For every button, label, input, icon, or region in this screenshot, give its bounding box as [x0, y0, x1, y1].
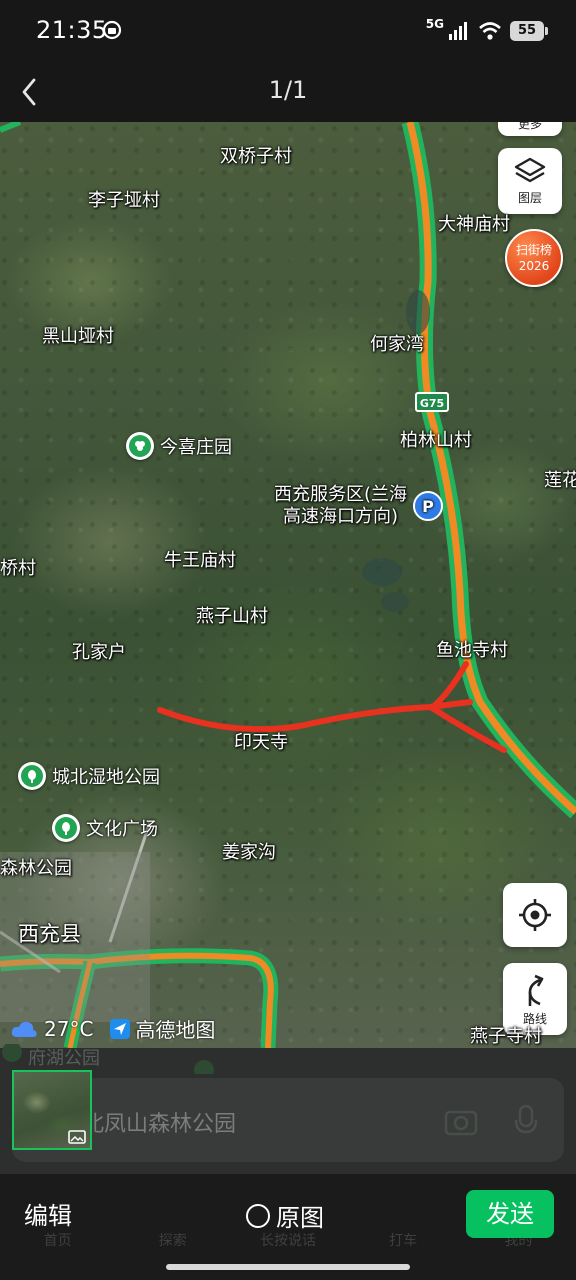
signal-icon — [449, 22, 467, 40]
dimmed-poi-label: 府湖公园 — [28, 1048, 100, 1069]
temperature: 27°C — [44, 1016, 94, 1041]
original-image-toggle[interactable]: 原图 — [246, 1198, 324, 1233]
battery-level: 55 — [517, 23, 537, 38]
weather-widget: 27°C 高德地图 — [10, 1014, 215, 1043]
map-label-bailinshan: 柏林山村 — [400, 430, 472, 451]
map-label-niuwangmiao: 牛王庙村 — [164, 550, 236, 571]
poi-chengbei-label: 城北湿地公园 — [52, 767, 160, 788]
service-area-label: 西充服务区(兰海 高速海口方向) — [274, 484, 408, 527]
send-button[interactable]: 发送 — [466, 1190, 554, 1238]
red-annotation-line — [157, 699, 473, 733]
amap-brand: 高德地图 — [135, 1018, 216, 1042]
map-screenshot-image: 更多 图层 扫街榜 2026 路线 G75 双桥子村 李子垭村 大神庙村 黑山垭… — [0, 122, 576, 1048]
map-label-yuchisi: 鱼池寺村 — [436, 640, 508, 661]
locate-button[interactable] — [503, 883, 567, 947]
search-field: 北凤山森林公园 — [12, 1078, 564, 1162]
home-indicator[interactable] — [166, 1264, 410, 1270]
status-time: 21:35 — [36, 16, 108, 44]
amap-logo: 高德地图 — [109, 1014, 215, 1043]
map-label-kongjiahu: 孔家户 — [72, 642, 126, 663]
top-left-road — [0, 122, 22, 133]
crosshair-icon — [519, 899, 551, 931]
park-tree-icon — [18, 762, 46, 790]
status-bar: 21:35 5G 55 — [0, 0, 576, 62]
battery-icon: 55 — [510, 21, 548, 41]
image-preview-screen: 21:35 5G 55 1/1 更多 图层 扫街榜 2026 路线 G75 双桥… — [0, 0, 576, 1280]
more-button[interactable]: 更多 — [498, 122, 562, 136]
poi-jinxi-manor[interactable]: 今喜庄园 — [126, 432, 232, 460]
map-label-xichong: 西充县 — [18, 922, 81, 946]
dimmed-tab: 探索 — [158, 1233, 187, 1249]
map-label-dashenmiao: 大神庙村 — [438, 214, 510, 235]
g75-road-shield: G75 — [415, 392, 449, 412]
radio-circle-icon[interactable] — [246, 1203, 270, 1228]
scan-ranking-badge[interactable]: 扫街榜 2026 — [505, 229, 563, 287]
poi-culture-label: 文化广场 — [86, 819, 158, 840]
route-arrow-icon — [528, 974, 544, 1006]
park-tree-icon — [52, 814, 80, 842]
camera-icon — [444, 1110, 478, 1136]
badge-year: 2026 — [518, 259, 550, 273]
status-indicators: 5G 55 — [425, 16, 548, 46]
layers-label: 图层 — [517, 191, 542, 205]
amap-arrow-icon — [110, 1018, 131, 1039]
selected-image-thumbnail[interactable] — [12, 1070, 92, 1150]
image-icon — [68, 1130, 86, 1144]
water-body — [381, 592, 409, 612]
poi-service-area[interactable]: 西充服务区(兰海 高速海口方向) P — [274, 484, 444, 528]
parking-icon: P — [413, 491, 444, 521]
map-label-yanzishan: 燕子山村 — [196, 606, 268, 627]
more-label: 更多 — [517, 122, 542, 131]
map-label-heishan: 黑山垭村 — [42, 326, 114, 347]
app-notification-icon — [102, 20, 122, 40]
map-label-lizi: 李子垭村 — [88, 190, 160, 211]
original-image-label: 原图 — [276, 1204, 324, 1232]
map-label-senlin-park: 森林公园 — [0, 858, 72, 879]
map-label-qiao: 桥村 — [0, 558, 36, 579]
poi-chengbei-wetland[interactable]: 城北湿地公园 — [18, 762, 160, 790]
map-label-yintiansi: 印天寺 — [234, 732, 288, 753]
map-label-shuangqiaozi: 双桥子村 — [220, 146, 292, 167]
layers-icon — [514, 157, 546, 183]
cloud-icon — [11, 1021, 37, 1037]
microphone-icon — [514, 1104, 538, 1134]
map-overlay — [0, 122, 576, 1048]
garden-icon — [126, 432, 154, 460]
badge-title: 扫街榜 — [515, 243, 552, 257]
search-placeholder: 北凤山森林公园 — [82, 1112, 237, 1137]
water-body — [406, 290, 430, 334]
poi-culture-square[interactable]: 文化广场 — [52, 814, 158, 842]
map-label-hejiawan: 何家湾 — [370, 334, 424, 355]
map-label-lianhua: 莲花 — [544, 470, 576, 491]
title-bar: 1/1 — [0, 62, 576, 122]
poi-jinxi-label: 今喜庄园 — [160, 437, 232, 458]
network-type: 5G — [425, 17, 444, 31]
dimmed-tab: 打车 — [389, 1233, 418, 1249]
wifi-icon — [479, 22, 501, 40]
layers-button[interactable]: 图层 — [498, 148, 562, 214]
map-label-jiangjiagou: 姜家沟 — [222, 842, 276, 863]
edit-button[interactable]: 编辑 — [24, 1196, 72, 1231]
page-counter: 1/1 — [268, 76, 308, 104]
water-body — [362, 558, 402, 586]
